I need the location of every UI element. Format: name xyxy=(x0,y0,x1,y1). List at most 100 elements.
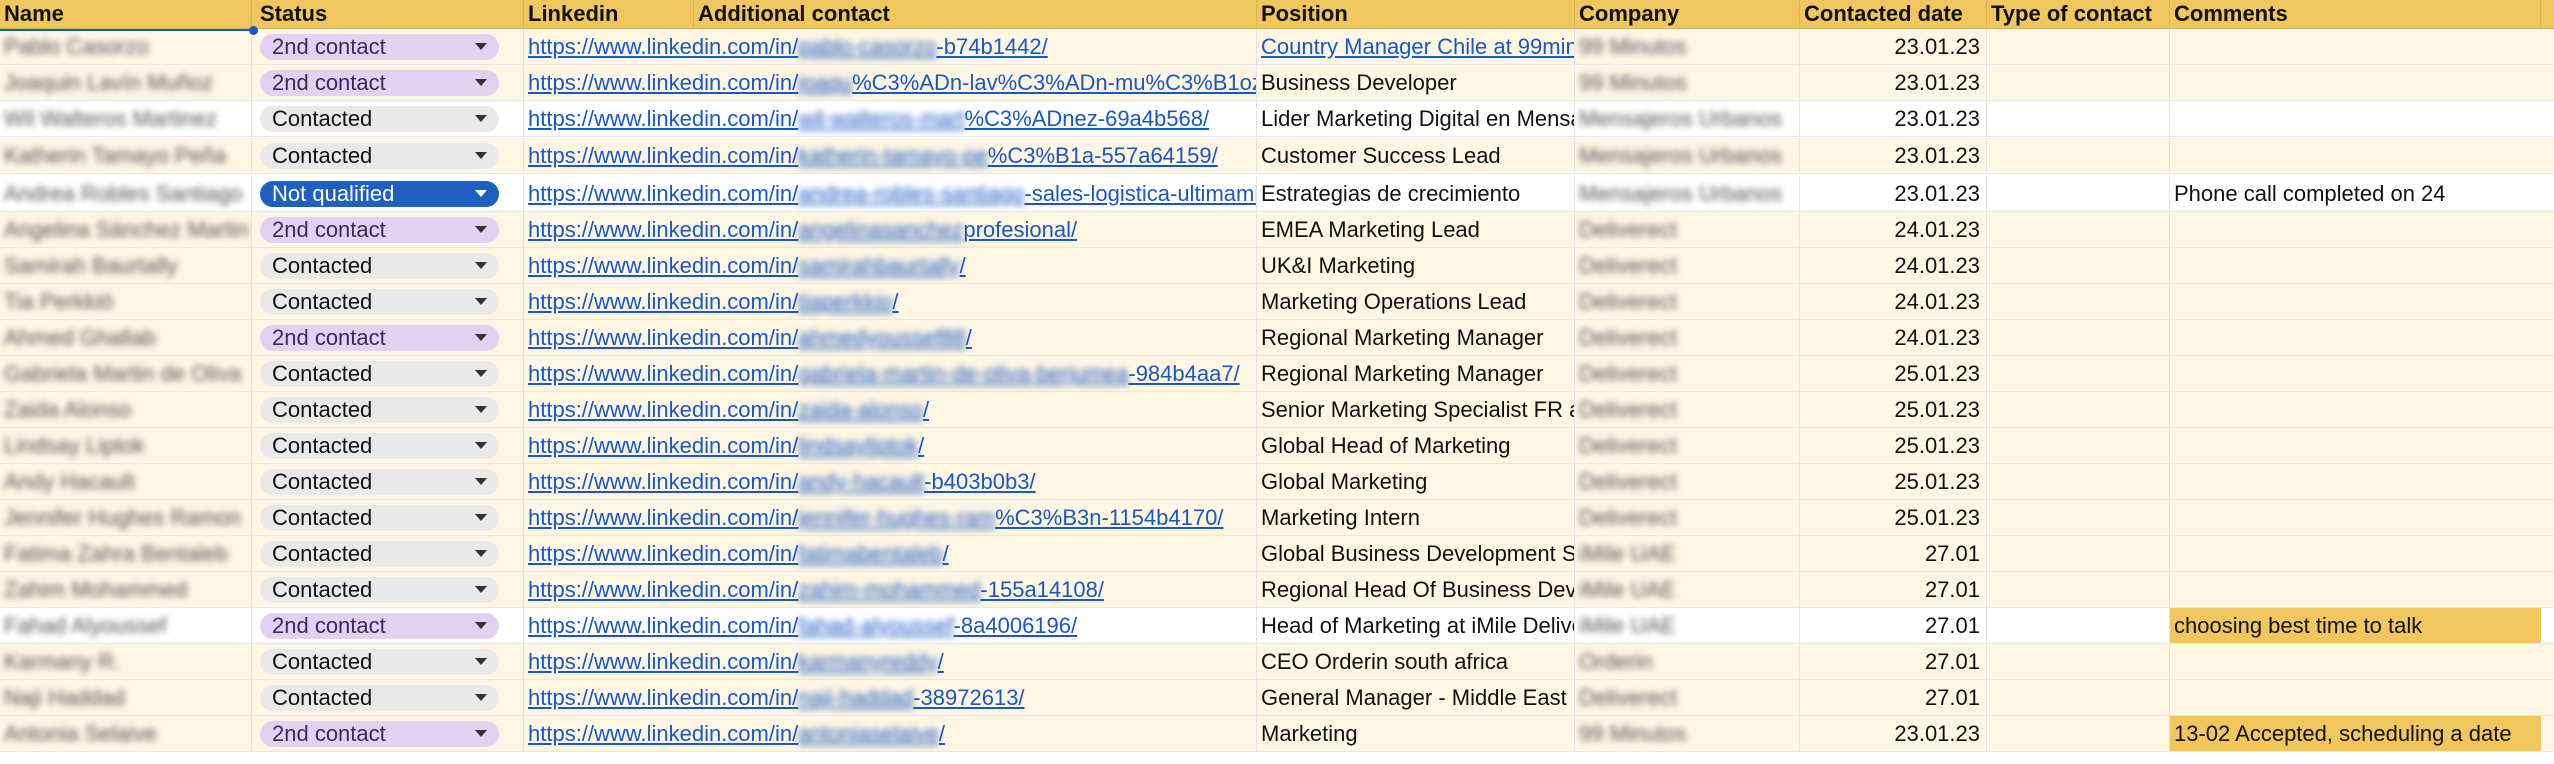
position-cell[interactable]: UK&I Marketing xyxy=(1257,248,1575,283)
chevron-down-icon[interactable] xyxy=(475,226,487,233)
position-cell[interactable]: Regional Head Of Business Dev xyxy=(1257,572,1575,607)
company-cell[interactable]: Deliverect xyxy=(1575,248,1800,283)
name-cell[interactable]: Pablo Casorzo xyxy=(0,29,252,64)
status-cell[interactable]: Contacted xyxy=(252,138,524,173)
contacted-date-cell[interactable]: 25.01.23 xyxy=(1800,428,1987,463)
company-cell[interactable]: Deliverect xyxy=(1575,212,1800,247)
linkedin-cell[interactable]: https://www.linkedin.com/in/joaqu%C3%ADn… xyxy=(524,65,1257,100)
linkedin-link[interactable]: https://www.linkedin.com/in/pablo-casorz… xyxy=(528,34,1048,60)
type-of-contact-cell[interactable] xyxy=(1987,608,2170,643)
company-cell[interactable]: Deliverect xyxy=(1575,680,1800,715)
company-cell[interactable]: Deliverect xyxy=(1575,464,1800,499)
linkedin-cell[interactable]: https://www.linkedin.com/in/fahad-alyous… xyxy=(524,608,1257,643)
chevron-down-icon[interactable] xyxy=(475,43,487,50)
status-dropdown[interactable]: 2nd contact xyxy=(260,216,499,243)
header-type-of-contact[interactable]: Type of contact xyxy=(1987,0,2170,28)
status-cell[interactable]: Not qualified xyxy=(252,176,524,211)
comments-cell[interactable] xyxy=(2170,65,2541,100)
linkedin-cell[interactable]: https://www.linkedin.com/in/fatimabental… xyxy=(524,536,1257,571)
comments-cell[interactable] xyxy=(2170,392,2541,427)
status-cell[interactable]: Contacted xyxy=(252,101,524,136)
linkedin-link[interactable]: https://www.linkedin.com/in/angelinasanc… xyxy=(528,217,1077,243)
contacted-date-cell[interactable]: 24.01.23 xyxy=(1800,248,1987,283)
company-cell[interactable]: Deliverect xyxy=(1575,392,1800,427)
name-cell[interactable]: Zaida Alonso xyxy=(0,392,252,427)
contacted-date-cell[interactable]: 25.01.23 xyxy=(1800,464,1987,499)
status-cell[interactable]: 2nd contact xyxy=(252,29,524,64)
type-of-contact-cell[interactable] xyxy=(1987,428,2170,463)
name-cell[interactable]: Gabriela Martin de Oliva xyxy=(0,356,252,391)
type-of-contact-cell[interactable] xyxy=(1987,29,2170,64)
status-dropdown[interactable]: 2nd contact xyxy=(260,612,499,639)
linkedin-link[interactable]: https://www.linkedin.com/in/zaida-alonso… xyxy=(528,397,929,423)
status-cell[interactable]: Contacted xyxy=(252,500,524,535)
status-cell[interactable]: Contacted xyxy=(252,680,524,715)
name-cell[interactable]: Katherin Tamayo Peña xyxy=(0,138,252,173)
selection-handle[interactable] xyxy=(249,26,258,35)
status-cell[interactable]: Contacted xyxy=(252,644,524,679)
linkedin-cell[interactable]: https://www.linkedin.com/in/andrea-roble… xyxy=(524,176,1257,211)
contacted-date-cell[interactable]: 24.01.23 xyxy=(1800,212,1987,247)
name-cell[interactable]: Naji Haddad xyxy=(0,680,252,715)
status-dropdown[interactable]: Contacted xyxy=(260,396,499,423)
type-of-contact-cell[interactable] xyxy=(1987,101,2170,136)
header-company[interactable]: Company xyxy=(1575,0,1800,28)
linkedin-link[interactable]: https://www.linkedin.com/in/gabriela-mar… xyxy=(528,361,1240,387)
position-cell[interactable]: Country Manager Chile at 99minutos xyxy=(1257,29,1575,64)
name-cell[interactable]: Andy Hacault xyxy=(0,464,252,499)
company-cell[interactable]: Deliverect xyxy=(1575,320,1800,355)
contacted-date-cell[interactable]: 25.01.23 xyxy=(1800,392,1987,427)
linkedin-cell[interactable]: https://www.linkedin.com/in/antoniaselai… xyxy=(524,716,1257,751)
linkedin-cell[interactable]: https://www.linkedin.com/in/pablo-casorz… xyxy=(524,29,1257,64)
name-cell[interactable]: Angelina Sánchez Martin xyxy=(0,212,252,247)
status-dropdown[interactable]: Not qualified xyxy=(260,180,499,207)
chevron-down-icon[interactable] xyxy=(475,694,487,701)
header-contacted-date[interactable]: Contacted date xyxy=(1800,0,1987,28)
chevron-down-icon[interactable] xyxy=(475,152,487,159)
position-cell[interactable]: Senior Marketing Specialist FR at xyxy=(1257,392,1575,427)
company-cell[interactable]: iMile UAE xyxy=(1575,608,1800,643)
linkedin-link[interactable]: https://www.linkedin.com/in/katherin-tam… xyxy=(528,143,1218,169)
chevron-down-icon[interactable] xyxy=(475,79,487,86)
linkedin-link[interactable]: https://www.linkedin.com/in/ahmedyoussef… xyxy=(528,325,972,351)
contacted-date-cell[interactable]: 23.01.23 xyxy=(1800,176,1987,211)
status-dropdown[interactable]: 2nd contact xyxy=(260,33,499,60)
position-cell[interactable]: Business Developer xyxy=(1257,65,1575,100)
status-cell[interactable]: Contacted xyxy=(252,248,524,283)
linkedin-cell[interactable]: https://www.linkedin.com/in/angelinasanc… xyxy=(524,212,1257,247)
comments-cell[interactable] xyxy=(2170,572,2541,607)
linkedin-cell[interactable]: https://www.linkedin.com/in/zaida-alonso… xyxy=(524,392,1257,427)
linkedin-link[interactable]: https://www.linkedin.com/in/fatimabental… xyxy=(528,541,949,567)
status-cell[interactable]: Contacted xyxy=(252,536,524,571)
linkedin-cell[interactable]: https://www.linkedin.com/in/karmanyreddy… xyxy=(524,644,1257,679)
status-dropdown[interactable]: Contacted xyxy=(260,504,499,531)
type-of-contact-cell[interactable] xyxy=(1987,464,2170,499)
type-of-contact-cell[interactable] xyxy=(1987,65,2170,100)
comments-cell[interactable] xyxy=(2170,464,2541,499)
position-cell[interactable]: Regional Marketing Manager xyxy=(1257,356,1575,391)
name-cell[interactable]: Fahad Alyoussef xyxy=(0,608,252,643)
status-cell[interactable]: Contacted xyxy=(252,356,524,391)
linkedin-cell[interactable]: https://www.linkedin.com/in/gabriela-mar… xyxy=(524,356,1257,391)
name-cell[interactable]: Andrea Robles Santiago xyxy=(0,176,252,211)
status-dropdown[interactable]: Contacted xyxy=(260,576,499,603)
company-cell[interactable]: iMile UAE xyxy=(1575,572,1800,607)
status-dropdown[interactable]: 2nd contact xyxy=(260,324,499,351)
status-dropdown[interactable]: Contacted xyxy=(260,684,499,711)
position-cell[interactable]: General Manager - Middle East xyxy=(1257,680,1575,715)
comments-cell[interactable] xyxy=(2170,138,2541,173)
status-dropdown[interactable]: Contacted xyxy=(260,468,499,495)
chevron-down-icon[interactable] xyxy=(475,442,487,449)
status-dropdown[interactable]: 2nd contact xyxy=(260,69,499,96)
comments-cell[interactable] xyxy=(2170,101,2541,136)
comments-cell[interactable] xyxy=(2170,644,2541,679)
name-cell[interactable]: Samirah Baurtally xyxy=(0,248,252,283)
header-linkedin[interactable]: Linkedin xyxy=(524,0,694,28)
name-cell[interactable]: Tia Perkkiö xyxy=(0,284,252,319)
status-dropdown[interactable]: Contacted xyxy=(260,360,499,387)
linkedin-link[interactable]: https://www.linkedin.com/in/jennifer-hug… xyxy=(528,505,1223,531)
contacted-date-cell[interactable]: 25.01.23 xyxy=(1800,356,1987,391)
type-of-contact-cell[interactable] xyxy=(1987,536,2170,571)
type-of-contact-cell[interactable] xyxy=(1987,392,2170,427)
chevron-down-icon[interactable] xyxy=(475,406,487,413)
